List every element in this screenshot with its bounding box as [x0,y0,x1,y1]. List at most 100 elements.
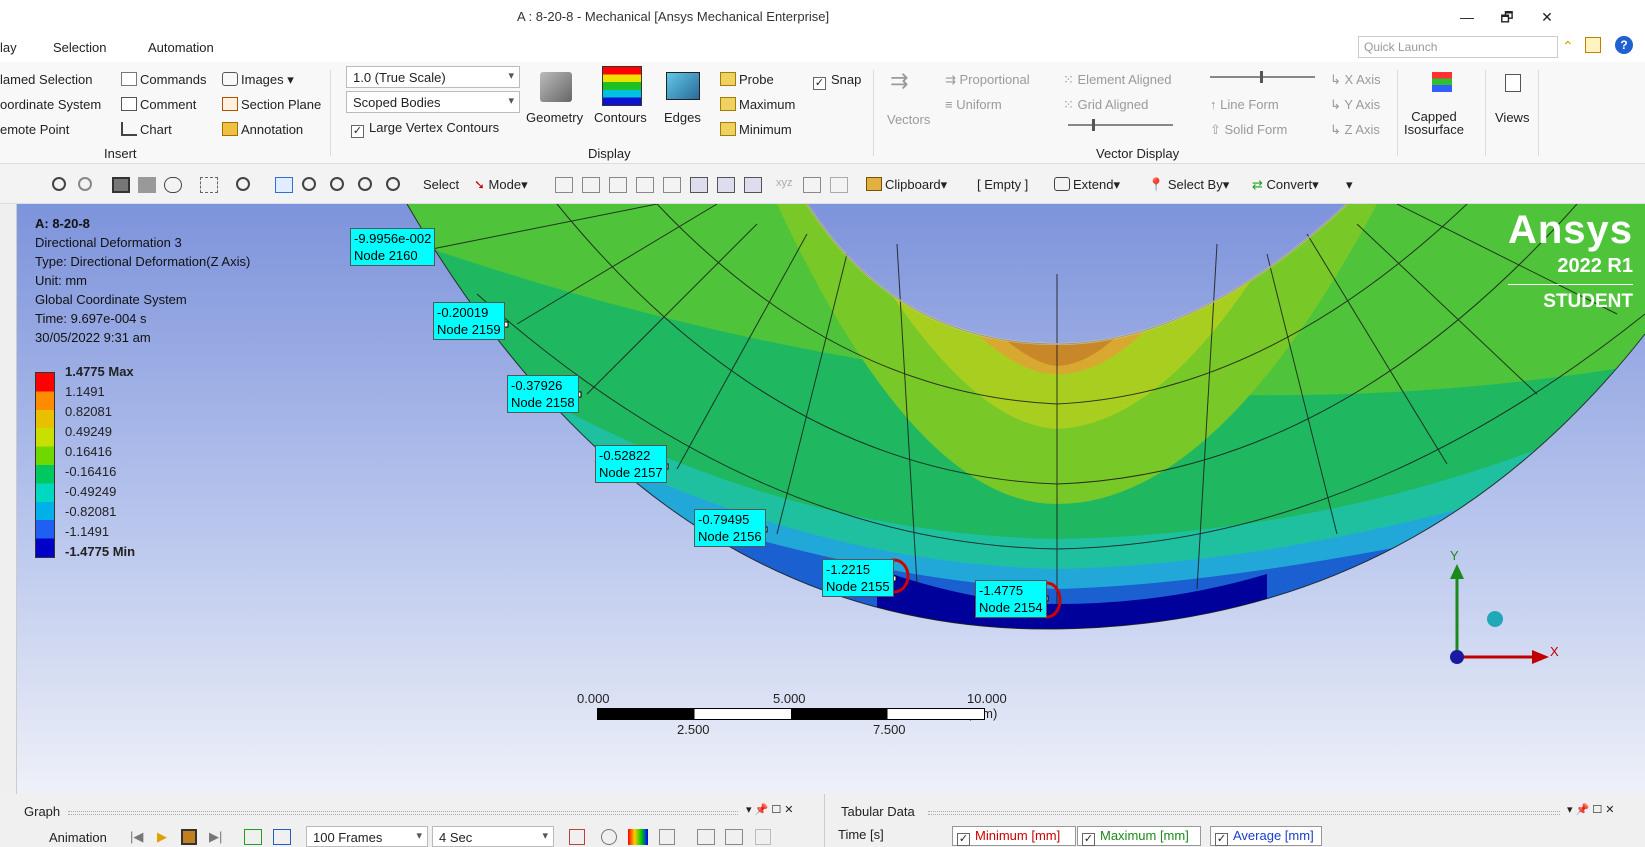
slider-handle[interactable] [1260,71,1263,83]
scope-select[interactable]: Scoped Bodies [346,91,520,113]
contours-button[interactable]: Contours [594,110,647,125]
select-node-icon[interactable] [663,177,681,193]
table-icon[interactable] [697,829,715,845]
select-body-icon[interactable] [636,177,654,193]
probe-label[interactable]: -0.37926 Node 2158 [507,375,579,413]
remote-point-button[interactable]: emote Point [0,122,69,137]
explode-icon[interactable] [200,177,218,193]
column-header-average[interactable]: ✓ Average [mm] [1210,826,1322,846]
y-axis-button[interactable]: ↳ Y Axis [1330,97,1380,113]
select-element-face-icon[interactable] [717,177,735,193]
probe-label[interactable]: -0.79495 Node 2156 [694,509,766,547]
help-icon[interactable]: ? [1615,36,1633,54]
distributed-icon[interactable] [244,829,262,845]
line-form-button[interactable]: ↑ Line Form [1210,97,1279,112]
named-selection-button[interactable]: lamed Selection [0,72,93,87]
mode-dropdown[interactable]: ➘ Mode▾ [474,177,528,193]
zoom-graph-icon[interactable] [601,829,617,845]
stop-icon[interactable] [181,829,197,845]
views-button[interactable]: Views [1495,110,1529,125]
tab-selection[interactable]: Selection [53,40,106,55]
frames-select[interactable]: 100 Frames [306,826,428,847]
snap-checkbox[interactable]: ✓ Snap [813,72,861,90]
graph-options-icon[interactable] [659,829,675,845]
tab-display[interactable]: lay [0,40,17,55]
zoom-in-icon[interactable] [52,177,66,191]
probe-label[interactable]: -0.20019 Node 2159 [433,302,505,340]
probe-button[interactable]: Probe [720,72,774,87]
pane-gripper[interactable] [928,811,1560,815]
previous-frame-icon[interactable]: |◀ [130,829,143,845]
graphics-viewport[interactable]: A: 8-20-8 Directional Deformation 3 Type… [17,204,1645,794]
select-face-icon[interactable] [609,177,627,193]
pan-icon[interactable] [275,177,293,193]
select-button[interactable]: Select [423,177,459,192]
rotate-icon[interactable] [236,177,250,191]
vectors-button[interactable]: Vectors [887,112,930,127]
solid-form-button[interactable]: ⇧ Solid Form [1210,122,1287,138]
select-element-icon[interactable] [690,177,708,193]
pane-gripper[interactable] [68,811,738,815]
coordinate-system-button[interactable]: oordinate System [0,97,101,112]
next-frame-icon[interactable]: ▶| [209,829,222,845]
select-edge-icon[interactable] [582,177,600,193]
color-map-icon[interactable] [628,829,648,845]
z-axis-button[interactable]: ↳ Z Axis [1330,122,1380,138]
scale-select[interactable]: 1.0 (True Scale) [346,66,520,88]
proportional-button[interactable]: ⇉ Proportional [945,72,1030,88]
collapse-ribbon-icon[interactable]: ⌃ [1562,38,1574,55]
large-vertex-contours-checkbox[interactable]: ✓ Large Vertex Contours [351,120,499,138]
capped-isosurface-button[interactable]: Capped Isosurface [1404,110,1464,136]
probe-label[interactable]: -1.2215 Node 2155 [822,559,894,597]
clipboard-dropdown[interactable]: Clipboard▾ [866,177,947,193]
export-video-icon[interactable] [569,829,585,845]
duration-select[interactable]: 4 Sec [432,826,554,847]
box-select-icon[interactable] [112,177,130,193]
select-by-dropdown[interactable]: 📍 Select By▾ [1148,177,1229,193]
images-button[interactable]: Images ▾ [222,72,294,88]
toolbar-overflow-icon[interactable]: ▾ [1346,177,1353,193]
chart-button[interactable]: Chart [121,122,172,137]
section-plane-button[interactable]: Section Plane [222,97,321,112]
minimum-button[interactable]: Minimum [720,122,792,137]
close-button[interactable]: ✕ [1532,6,1562,28]
chart-settings-icon[interactable] [755,829,771,845]
magnifier-icon[interactable] [386,177,400,191]
result-sets-icon[interactable] [273,829,291,845]
select-mesh-icon[interactable] [744,177,762,193]
zoom-out-icon[interactable] [78,177,92,191]
pane-menu-icon[interactable]: ▾ 📌 ☐ ✕ [1567,803,1614,816]
x-axis-button[interactable]: ↳ X Axis [1330,72,1381,88]
edges-button[interactable]: Edges [664,110,701,125]
annotation-toggle-icon[interactable] [830,177,848,193]
extend-dropdown[interactable]: Extend▾ [1054,177,1120,193]
play-icon[interactable]: ▶ [157,829,167,845]
minimize-button[interactable]: — [1452,6,1482,28]
annotation-button[interactable]: Annotation [222,122,303,137]
column-header-time[interactable]: Time [s] [834,826,952,846]
restore-button[interactable]: 🗗 [1492,6,1522,28]
column-header-minimum[interactable]: ✓ Minimum [mm] [952,826,1076,846]
maximum-button[interactable]: Maximum [720,97,795,112]
quick-launch-input[interactable]: Quick Launch [1358,36,1558,58]
pane-menu-icon[interactable]: ▾ 📌 ☐ ✕ [746,803,793,816]
list-icon[interactable] [725,829,743,845]
tree-collapsed-strip[interactable] [0,204,17,794]
select-vertex-icon[interactable] [555,177,573,193]
uniform-button[interactable]: ≡ Uniform [945,97,1002,112]
slider-handle[interactable] [1092,119,1095,131]
probe-label[interactable]: -9.9956e-002 Node 2160 [350,228,436,266]
wireframe-icon[interactable] [138,177,156,193]
coordinates-icon[interactable]: xyz [776,177,794,193]
shaded-icon[interactable] [164,177,182,193]
probe-label[interactable]: -1.4775 Node 2154 [975,580,1047,618]
zoom-to-fit-icon[interactable] [358,177,372,191]
grid-aligned-button[interactable]: ⁙ Grid Aligned [1063,97,1148,113]
tab-automation[interactable]: Automation [148,40,214,55]
probe-label[interactable]: -0.52822 Node 2157 [595,445,667,483]
comment-button[interactable]: Comment [121,97,196,112]
column-header-maximum[interactable]: ✓ Maximum [mm] [1077,826,1201,846]
geometry-button[interactable]: Geometry [526,110,583,125]
label-icon[interactable] [803,177,821,193]
zoom-icon[interactable] [302,177,316,191]
